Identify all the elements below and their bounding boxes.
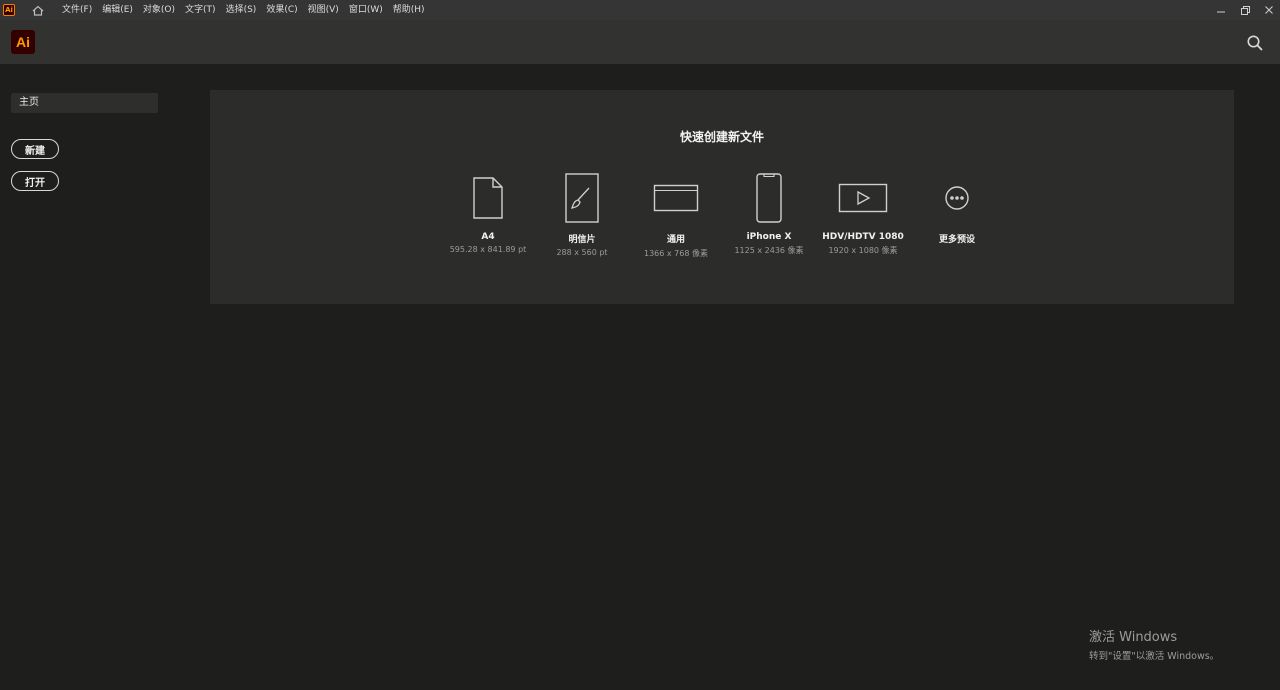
preset-a4[interactable]: A4 595.28 x 841.89 pt <box>440 170 536 254</box>
windows-activation-watermark: 激活 Windows 转到"设置"以激活 Windows。 <box>1089 626 1219 662</box>
menu-file[interactable]: 文件(F) <box>57 0 97 20</box>
preset-postcard[interactable]: 明信片 288 x 560 pt <box>534 170 630 257</box>
preset-general[interactable]: 通用 1366 x 768 像素 <box>628 170 724 259</box>
phone-icon <box>721 170 817 226</box>
quick-create-panel: 快速创建新文件 A4 595.28 x 841.89 pt 明信片 288 x … <box>210 90 1234 304</box>
preset-size: 1366 x 768 像素 <box>644 249 708 258</box>
menu-object[interactable]: 对象(O) <box>138 0 180 20</box>
minimize-icon[interactable] <box>1216 5 1226 15</box>
preset-name: A4 <box>481 232 495 242</box>
preset-name: iPhone X <box>746 232 792 242</box>
menu-view[interactable]: 视图(V) <box>303 0 344 20</box>
preset-name: HDV/HDTV 1080 <box>822 232 904 242</box>
menu-edit[interactable]: 编辑(E) <box>97 0 138 20</box>
app-header: Ai <box>0 20 1280 64</box>
open-button[interactable]: 打开 <box>11 171 59 191</box>
quick-create-title: 快速创建新文件 <box>679 130 764 144</box>
web-window-icon <box>628 170 724 226</box>
menu-type[interactable]: 文字(T) <box>180 0 221 20</box>
preset-name: 更多预设 <box>938 235 975 245</box>
watermark-title: 激活 Windows <box>1089 630 1178 645</box>
menu-window[interactable]: 窗口(W) <box>344 0 388 20</box>
video-play-icon <box>815 170 911 226</box>
sidebar: 主页 新建 打开 <box>11 93 158 191</box>
menu-effect[interactable]: 效果(C) <box>261 0 302 20</box>
sidebar-item-home[interactable]: 主页 <box>11 93 158 113</box>
app-icon[interactable]: Ai <box>3 4 15 16</box>
watermark-subtitle: 转到"设置"以激活 Windows。 <box>1089 651 1220 662</box>
document-icon <box>440 170 536 226</box>
preset-size: 1125 x 2436 像素 <box>734 246 804 255</box>
menu-help[interactable]: 帮助(H) <box>388 0 430 20</box>
new-button[interactable]: 新建 <box>11 139 59 159</box>
restore-icon[interactable] <box>1240 5 1250 15</box>
preset-name: 通用 <box>666 235 685 245</box>
preset-hdv-hdtv-1080[interactable]: HDV/HDTV 1080 1920 x 1080 像素 <box>815 170 911 256</box>
more-icon <box>909 170 1005 226</box>
window-controls <box>1216 0 1274 20</box>
preset-iphone-x[interactable]: iPhone X 1125 x 2436 像素 <box>721 170 817 256</box>
preset-more[interactable]: 更多预设 <box>909 170 1005 248</box>
close-icon[interactable] <box>1264 5 1274 15</box>
search-icon[interactable] <box>1246 34 1264 52</box>
preset-name: 明信片 <box>568 235 596 245</box>
menu-bar: Ai 文件(F) 编辑(E) 对象(O) 文字(T) 选择(S) 效果(C) 视… <box>0 0 1280 20</box>
home-icon[interactable] <box>31 3 45 17</box>
preset-size: 595.28 x 841.89 pt <box>449 245 527 254</box>
brush-icon <box>534 170 630 226</box>
menu-select[interactable]: 选择(S) <box>221 0 262 20</box>
illustrator-logo: Ai <box>11 30 35 54</box>
preset-size: 1920 x 1080 像素 <box>828 246 898 255</box>
preset-size: 288 x 560 pt <box>556 248 608 257</box>
